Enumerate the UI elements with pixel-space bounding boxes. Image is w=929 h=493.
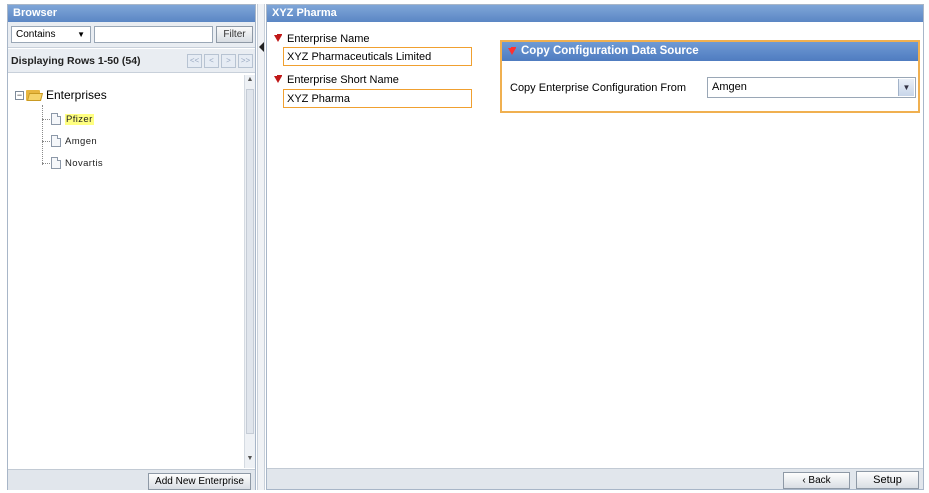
main-panel: XYZ Pharma Enterprise Name Enterprise Sh… — [266, 4, 924, 490]
tree-item-label: Amgen — [65, 135, 98, 147]
copy-from-select[interactable]: Amgen ▼ — [707, 77, 916, 98]
filter-button[interactable]: Filter — [216, 26, 253, 43]
document-icon — [51, 113, 61, 125]
tree-item-novartis[interactable]: Novartis — [42, 155, 103, 171]
tree-scrollbar[interactable]: ▲ ▼ — [244, 75, 255, 468]
enterprise-short-name-label-text: Enterprise Short Name — [287, 74, 399, 86]
setup-button[interactable]: Setup — [856, 471, 919, 489]
document-icon — [51, 135, 61, 147]
main-footer: ‹ Back Setup — [267, 468, 923, 489]
required-flag-icon — [274, 75, 284, 85]
enterprise-name-field[interactable] — [283, 47, 472, 66]
chevron-down-icon[interactable]: ▼ — [898, 79, 914, 96]
main-panel-title: XYZ Pharma — [267, 5, 923, 22]
panel-splitter[interactable] — [257, 4, 265, 490]
copy-configuration-box: Copy Configuration Data Source Copy Ente… — [500, 40, 920, 113]
chevron-down-icon: ▼ — [77, 30, 85, 39]
tree-item-label: Novartis — [65, 157, 104, 169]
collapse-left-icon[interactable] — [259, 42, 264, 52]
enterprise-tree: − Enterprises Pfizer Amgen Novartis — [8, 75, 244, 468]
required-flag-icon — [274, 34, 284, 44]
filter-mode-value: Contains — [16, 29, 56, 40]
add-new-enterprise-button[interactable]: Add New Enterprise — [148, 473, 251, 490]
last-page-button[interactable]: >> — [238, 54, 253, 68]
rows-count-label: Displaying Rows 1-50 (54) — [11, 55, 141, 67]
collapse-icon[interactable]: − — [15, 90, 24, 100]
browser-panel: Browser Contains ▼ Filter Displaying Row… — [7, 4, 256, 490]
browser-panel-title: Browser — [8, 5, 255, 22]
enterprise-short-name-label: Enterprise Short Name — [274, 74, 399, 86]
filter-mode-select[interactable]: Contains ▼ — [11, 26, 91, 43]
copy-from-label: Copy Enterprise Configuration From — [510, 82, 687, 94]
tree-item-amgen[interactable]: Amgen — [42, 133, 97, 149]
tree-root-label: Enterprises — [46, 88, 107, 102]
paging-row: Displaying Rows 1-50 (54) << < > >> — [8, 49, 255, 73]
filter-input[interactable] — [94, 26, 213, 43]
prev-page-button[interactable]: < — [204, 54, 219, 68]
tree-root-enterprises[interactable]: − Enterprises — [15, 87, 107, 103]
copy-configuration-title-text: Copy Configuration Data Source — [521, 45, 699, 57]
enterprise-short-name-field[interactable] — [283, 89, 472, 108]
tree-item-label: Pfizer — [65, 113, 94, 125]
first-page-button[interactable]: << — [187, 54, 202, 68]
browser-footer: Add New Enterprise — [8, 469, 255, 490]
scroll-down-icon[interactable]: ▼ — [245, 455, 255, 467]
next-page-button[interactable]: > — [221, 54, 236, 68]
enterprise-name-label-text: Enterprise Name — [287, 33, 370, 45]
scroll-up-icon[interactable]: ▲ — [245, 76, 255, 88]
filter-row: Contains ▼ Filter — [8, 22, 255, 48]
enterprise-name-label: Enterprise Name — [274, 33, 370, 45]
copy-configuration-title: Copy Configuration Data Source — [502, 42, 918, 61]
tree-item-pfizer[interactable]: Pfizer — [42, 111, 94, 127]
back-button[interactable]: ‹ Back — [783, 472, 850, 489]
document-icon — [51, 157, 61, 169]
required-flag-icon — [508, 46, 518, 57]
folder-open-icon — [26, 89, 44, 101]
copy-from-value: Amgen — [712, 81, 747, 93]
scrollbar-thumb[interactable] — [246, 89, 254, 434]
